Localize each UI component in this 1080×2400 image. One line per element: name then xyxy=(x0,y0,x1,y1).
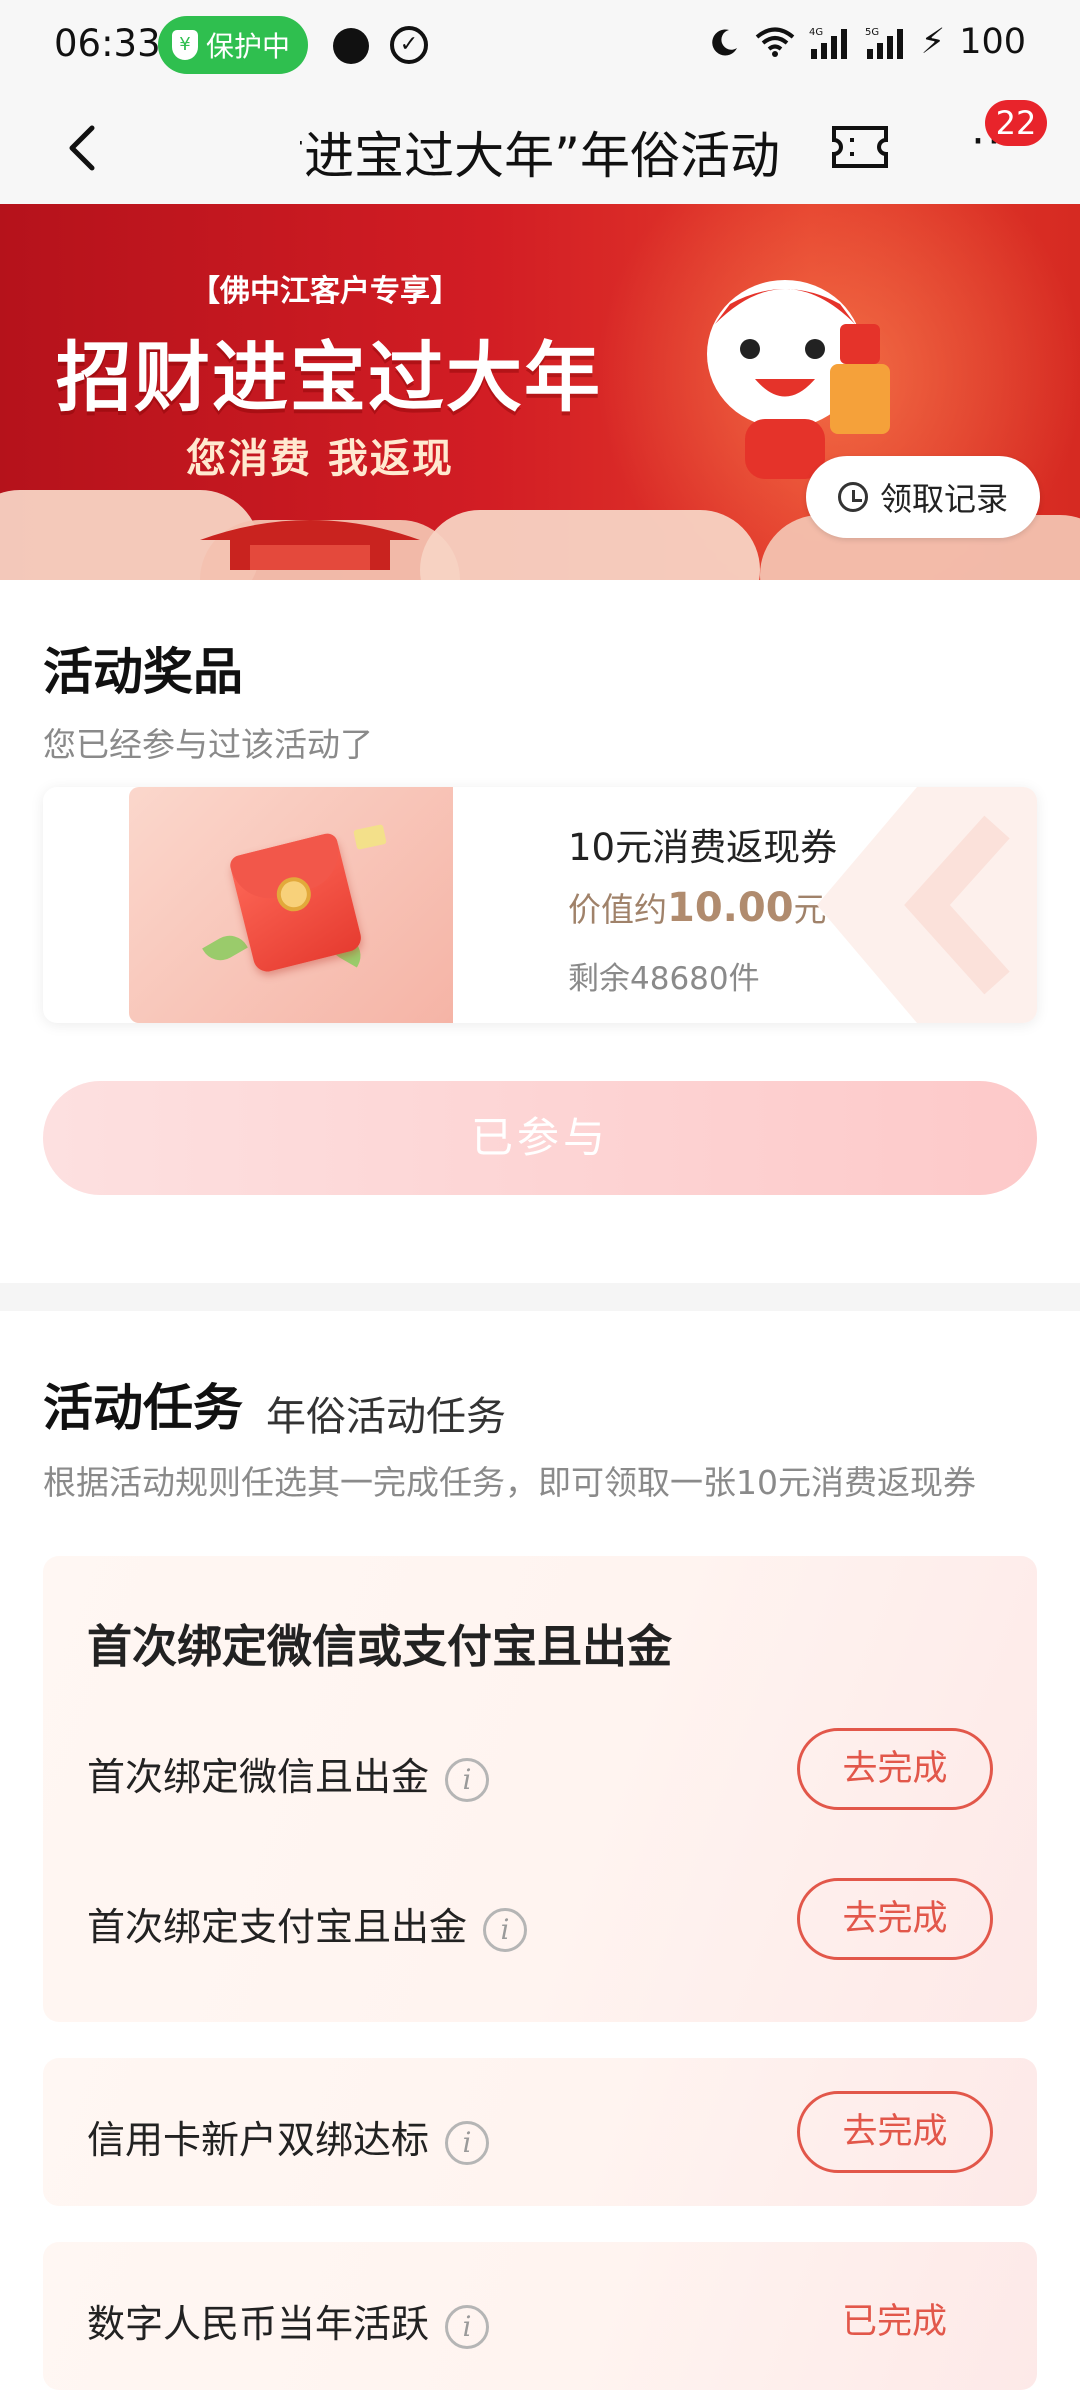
claim-record-label: 领取记录 xyxy=(879,480,1008,518)
task-group-credit-card: 信用卡新户双绑达标 i 去完成 xyxy=(43,2058,1037,2206)
notification-badge: 22 xyxy=(985,100,1047,146)
complete-task-button[interactable]: 去完成 xyxy=(797,1878,993,1960)
wifi-icon xyxy=(755,27,794,57)
shield-icon: ¥ xyxy=(172,30,198,60)
gold-card-icon xyxy=(353,824,387,850)
signal-5g-icon: 5G xyxy=(865,27,903,59)
complete-task-button[interactable]: 去完成 xyxy=(797,1728,993,1810)
task-description: 根据活动规则任选其一完成任务，即可领取一张10元消费返现券 xyxy=(43,1463,976,1502)
chevron-watermark-icon xyxy=(817,787,1037,1023)
back-arrow-icon[interactable] xyxy=(54,118,114,178)
task-group-bind-payment: 首次绑定微信或支付宝且出金 首次绑定微信且出金 i 去完成 首次绑定支付宝且出金 i… xyxy=(43,1556,1037,2022)
banner-headline: 招财进宝过大年 xyxy=(56,333,602,422)
prize-remaining: 剩余48680件 xyxy=(568,961,760,997)
task-group-digital-rmb: 数字人民币当年活跃 i 已完成 xyxy=(43,2242,1037,2390)
task-label: 首次绑定支付宝且出金 xyxy=(87,1905,468,1949)
task-section-subtitle: 年俗活动任务 xyxy=(266,1394,506,1440)
task-label: 首次绑定微信且出金 xyxy=(87,1755,430,1799)
network-4g-label: 4G xyxy=(809,27,823,38)
protection-label: 保护中 xyxy=(206,30,291,63)
check-circle-icon: ✓ xyxy=(390,26,428,64)
task-label: 数字人民币当年活跃 xyxy=(87,2302,430,2346)
claim-record-button[interactable]: 领取记录 xyxy=(806,456,1040,538)
info-icon[interactable]: i xyxy=(483,1907,528,1952)
info-icon[interactable]: i xyxy=(445,2120,490,2165)
banner-subline: 您消费 我返现 xyxy=(186,436,454,482)
task-row-wechat: 首次绑定微信且出金 i 去完成 xyxy=(87,1728,993,1810)
info-icon[interactable]: i xyxy=(445,2304,490,2349)
task-section-title: 活动任务 xyxy=(43,1379,243,1437)
info-icon[interactable]: i xyxy=(445,1757,490,1802)
banner-tag: 【佛中江客户专享】 xyxy=(190,274,460,309)
battery-level: 100 xyxy=(959,22,1026,62)
system-icons: 4G 5G ⚡ 100 xyxy=(709,22,1026,62)
coin-icon xyxy=(273,873,315,915)
section-divider xyxy=(0,1283,1080,1311)
prize-value-prefix: 价值约 xyxy=(568,890,667,929)
history-clock-icon xyxy=(837,482,868,512)
task-label: 信用卡新户双绑达标 xyxy=(87,2118,430,2162)
network-5g-label: 5G xyxy=(865,27,879,38)
red-envelope-image xyxy=(129,787,453,1023)
prize-value-amount: 10.00 xyxy=(667,885,794,931)
app-notification-icon xyxy=(333,28,369,64)
leaf-decoration xyxy=(202,928,248,968)
task-completed-status: 已完成 xyxy=(841,2302,947,2342)
promo-banner: 【佛中江客户专享】 招财进宝过大年 您消费 我返现 领取记录 xyxy=(0,204,1080,580)
charging-icon: ⚡ xyxy=(920,22,946,62)
status-bar: 06:33 ¥ 保护中 ✓ 4G 5G ⚡ 100 xyxy=(0,0,1080,92)
task-row-digital-rmb: 数字人民币当年活跃 i 已完成 xyxy=(87,2275,993,2357)
participation-note: 您已经参与过该活动了 xyxy=(43,725,373,764)
nav-header: 招财进宝过大年”年俗活动 ··· xyxy=(0,92,1080,204)
prize-name: 10元消费返现券 xyxy=(568,826,838,869)
joined-button[interactable]: 已参与 xyxy=(43,1081,1037,1195)
ticket-icon[interactable] xyxy=(830,124,890,170)
complete-task-button[interactable]: 去完成 xyxy=(797,2091,993,2173)
protection-badge: ¥ 保护中 xyxy=(158,16,309,74)
task-row-credit-card: 信用卡新户双绑达标 i 去完成 xyxy=(87,2091,993,2173)
task-group-title: 首次绑定微信或支付宝且出金 xyxy=(87,1620,673,1673)
prize-section-title: 活动奖品 xyxy=(43,643,243,701)
page-title: 招财进宝过大年”年俗活动 xyxy=(300,127,780,180)
temple-illustration xyxy=(200,520,420,570)
cloud-decoration xyxy=(420,510,760,580)
task-row-alipay: 首次绑定支付宝且出金 i 去完成 xyxy=(87,1878,993,1960)
prize-card[interactable]: 10元消费返现券 价值约10.00元 剩余48680件 xyxy=(43,787,1037,1023)
signal-4g-icon: 4G xyxy=(809,27,847,59)
status-time: 06:33 xyxy=(54,22,161,65)
prize-value: 价值约10.00元 xyxy=(568,883,827,931)
moon-icon xyxy=(711,29,737,56)
